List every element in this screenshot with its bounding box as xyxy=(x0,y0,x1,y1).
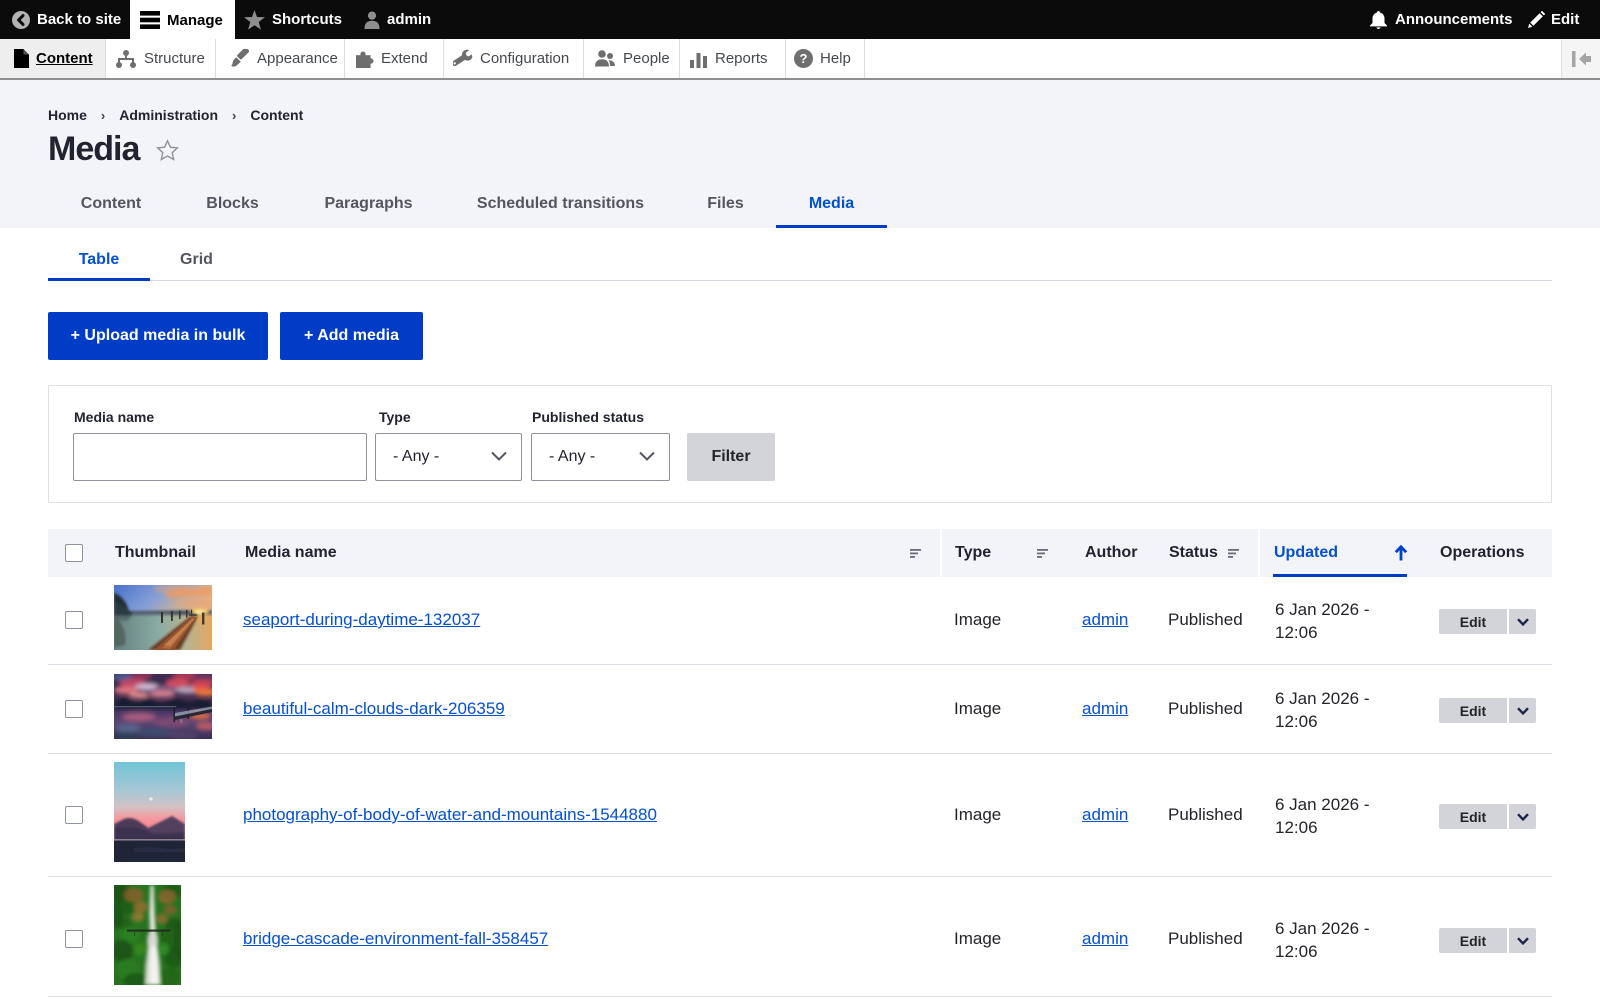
svg-text:?: ? xyxy=(800,51,808,66)
